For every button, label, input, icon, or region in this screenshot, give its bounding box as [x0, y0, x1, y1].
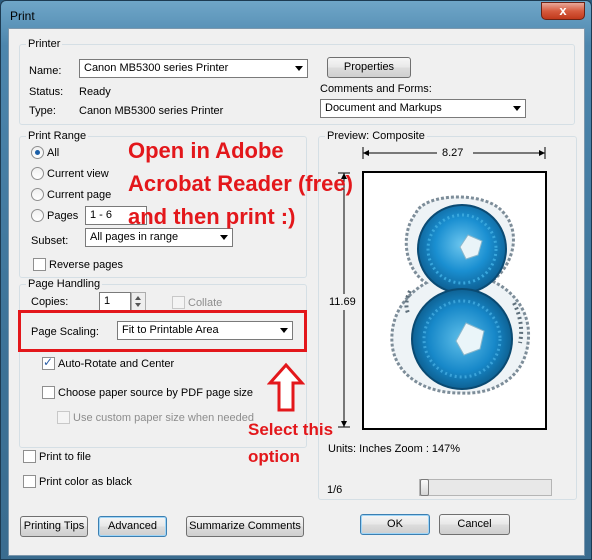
printer-legend: Printer	[26, 38, 63, 50]
page-handling-legend: Page Handling	[26, 278, 103, 290]
stepper-up-icon[interactable]	[135, 296, 141, 300]
radio-all[interactable]	[31, 146, 44, 159]
stepper-down-icon[interactable]	[135, 303, 141, 307]
print-color-black-checkbox[interactable]	[23, 475, 36, 488]
close-button[interactable]: x	[541, 2, 585, 20]
printer-status-label: Status:	[29, 86, 64, 98]
page-slider-track[interactable]	[419, 479, 552, 496]
up-arrow-icon	[267, 362, 305, 412]
print-to-file-checkbox[interactable]	[23, 450, 36, 463]
copies-input[interactable]: 1	[99, 292, 131, 311]
reverse-pages-checkbox[interactable]	[33, 258, 46, 271]
units-zoom-text: Units: Inches Zoom : 147%	[328, 443, 461, 455]
dialog-body: Printer Name: Canon MB5300 series Printe…	[8, 28, 585, 556]
summarize-comments-button[interactable]: Summarize Comments	[186, 516, 304, 537]
close-icon: x	[559, 3, 567, 18]
ok-button[interactable]: OK	[360, 514, 430, 535]
printer-name-value: Canon MB5300 series Printer	[84, 62, 229, 74]
print-to-file-label[interactable]: Print to file	[39, 451, 91, 463]
radio-selected-dot	[35, 150, 40, 155]
printer-status-value: Ready	[79, 86, 111, 98]
reverse-pages-label[interactable]: Reverse pages	[49, 259, 123, 271]
custom-paper-label: Use custom paper size when needed	[73, 412, 254, 424]
collate-label: Collate	[188, 297, 223, 309]
printer-type-label: Type:	[29, 105, 56, 117]
print-color-black-label[interactable]: Print color as black	[39, 476, 132, 488]
comments-forms-label: Comments and Forms:	[320, 83, 432, 95]
preview-artwork	[390, 195, 531, 395]
preview-page	[362, 171, 547, 430]
preview-width-value: 8.27	[442, 147, 464, 159]
scaling-highlight-box	[18, 310, 307, 352]
chevron-down-icon	[295, 66, 303, 71]
custom-paper-checkbox	[57, 411, 70, 424]
instruction-line-1: Open in Adobe	[128, 138, 284, 163]
printer-name-label: Name:	[29, 65, 62, 77]
page-indicator: 1/6	[327, 484, 343, 496]
chevron-down-icon	[220, 235, 228, 240]
preview-height-value: 11.69	[329, 294, 356, 310]
chevron-down-icon	[513, 106, 521, 111]
comments-forms-dropdown[interactable]: Document and Markups	[320, 99, 526, 118]
window-title: Print	[10, 9, 35, 23]
properties-button[interactable]: Properties	[327, 57, 411, 78]
copies-stepper[interactable]	[131, 292, 146, 311]
print-range-legend: Print Range	[26, 130, 89, 142]
radio-current-page-label[interactable]: Current page	[47, 189, 111, 201]
collate-checkbox	[172, 296, 185, 309]
printing-tips-button[interactable]: Printing Tips	[20, 516, 88, 537]
auto-rotate-label[interactable]: Auto-Rotate and Center	[58, 358, 174, 370]
radio-current-view-label[interactable]: Current view	[47, 168, 109, 180]
radio-pages-label[interactable]: Pages	[47, 210, 78, 222]
radio-current-page[interactable]	[31, 188, 44, 201]
title-bar: Print x	[1, 1, 591, 29]
printer-name-dropdown[interactable]: Canon MB5300 series Printer	[79, 59, 308, 78]
radio-pages[interactable]	[31, 209, 44, 222]
auto-rotate-checkbox[interactable]: ✓	[42, 355, 55, 370]
print-dialog-window: Print x Printer Name: Canon MB5300 serie…	[0, 0, 592, 560]
printer-type-value: Canon MB5300 series Printer	[79, 105, 224, 117]
checkmark-icon: ✓	[43, 355, 54, 369]
radio-all-label[interactable]: All	[47, 147, 59, 159]
subset-label: Subset:	[31, 235, 69, 247]
comments-forms-value: Document and Markups	[325, 102, 442, 114]
paper-source-checkbox[interactable]	[42, 386, 55, 399]
cancel-button[interactable]: Cancel	[439, 514, 510, 535]
page-slider-thumb[interactable]	[420, 479, 429, 496]
copies-label: Copies:	[31, 296, 69, 308]
advanced-button[interactable]: Advanced	[98, 516, 167, 537]
callout-text: Select this option	[248, 416, 333, 470]
paper-source-label[interactable]: Choose paper source by PDF page size	[58, 387, 253, 399]
callout-line-1: Select this	[248, 420, 334, 439]
radio-current-view[interactable]	[31, 167, 44, 180]
instruction-line-3: and then print :)	[128, 204, 296, 229]
instruction-line-2: Acrobat Reader (free)	[128, 171, 353, 196]
callout-line-2: option	[248, 447, 300, 466]
instruction-headline: Open in Adobe Acrobat Reader (free) and …	[128, 134, 353, 233]
